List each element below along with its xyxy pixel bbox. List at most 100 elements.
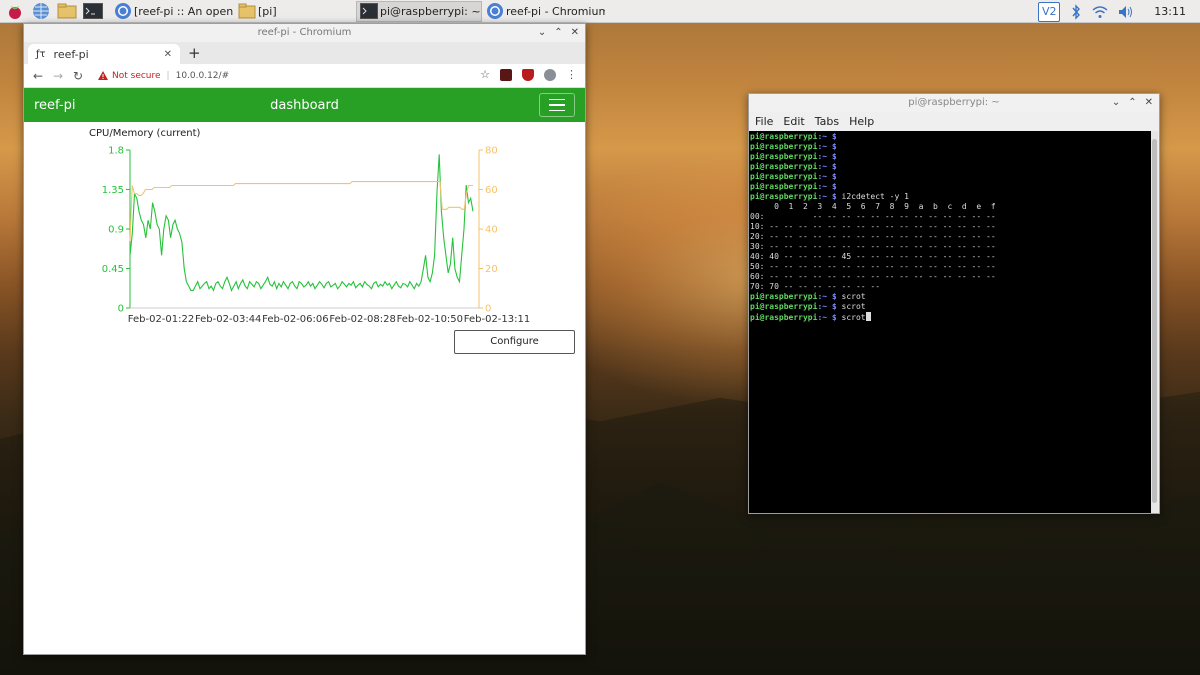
prompt-user: pi@raspberrypi	[750, 313, 818, 322]
terminal-titlebar[interactable]: pi@raspberrypi: ~ ⌄ ⌃ ✕	[749, 94, 1159, 112]
raspberry-menu-icon[interactable]	[4, 1, 26, 21]
omnibar: ← → ↻ Not secure | 10.0.0.12/# ☆ ⋮	[24, 64, 585, 88]
prompt-path: :~ $	[817, 132, 837, 141]
task-label: reef-pi - Chromium	[506, 4, 606, 18]
command-text: i2cdetect -y 1	[836, 192, 909, 201]
menu-help[interactable]: Help	[849, 115, 874, 128]
prompt-path: :~ $	[817, 313, 837, 322]
terminal-scrollbar[interactable]	[1151, 131, 1158, 513]
profile-avatar[interactable]	[544, 68, 556, 81]
tab-close-icon[interactable]: ✕	[164, 49, 172, 60]
not-secure-label: Not secure	[112, 70, 161, 81]
prompt-user: pi@raspberrypi	[750, 182, 818, 191]
cpu-memory-chart: CPU/Memory (current) 0 0.45 0.9 1.35 1.8 0 20 4…	[24, 122, 585, 362]
task-label: pi@raspberrypi: ~	[380, 4, 481, 18]
folder-icon	[238, 3, 256, 19]
terminal-output[interactable]: pi@raspberrypi:~ $ pi@raspberrypi:~ $ pi@r…	[749, 131, 1152, 513]
minimize-icon[interactable]: ⌄	[538, 24, 546, 42]
file-manager-icon[interactable]	[56, 1, 78, 21]
vnc-label: V2	[1042, 4, 1057, 18]
y-right-tick-label: 60	[485, 185, 498, 196]
terminal-line: 20: -- -- -- -- -- -- -- -- -- -- -- -- …	[750, 232, 996, 241]
task-pi-folder[interactable]: [pi]	[234, 1, 356, 22]
app-navbar: reef-pi dashboard	[24, 88, 585, 122]
reef-pi-favicon-icon: ƒτ	[36, 48, 46, 60]
chart-svg: CPU/Memory (current) 0 0.45 0.9 1.35 1.8 0 20 4…	[89, 128, 530, 325]
menu-file[interactable]: File	[755, 115, 773, 128]
terminal-line: 00: -- -- -- -- -- -- -- -- -- -- -- -- …	[750, 212, 996, 221]
y-right-tick-label: 0	[485, 304, 491, 315]
taskbar: [reef-pi :: An opensour... [pi] pi@raspb…	[0, 0, 1200, 23]
scrollbar-thumb[interactable]	[1152, 139, 1157, 503]
menu-edit[interactable]: Edit	[783, 115, 804, 128]
prompt-path: :~ $	[817, 302, 837, 311]
terminal-line: pi@raspberrypi:~ $	[750, 162, 1151, 172]
memory-series-line	[129, 181, 473, 241]
task-reef-pi-opensource[interactable]: [reef-pi :: An opensour...	[110, 1, 234, 22]
close-icon[interactable]: ✕	[1145, 94, 1153, 112]
web-browser-icon[interactable]	[30, 1, 52, 21]
prompt-user: pi@raspberrypi	[750, 132, 818, 141]
terminal-window: pi@raspberrypi: ~ ⌄ ⌃ ✕ File Edit Tabs H…	[748, 93, 1160, 514]
prompt-path: :~ $	[817, 142, 837, 151]
prompt-user: pi@raspberrypi	[750, 142, 818, 151]
terminal-line: pi@raspberrypi:~ $	[750, 152, 1151, 162]
close-icon[interactable]: ✕	[571, 24, 579, 42]
extension-icon[interactable]	[500, 68, 512, 81]
new-tab-icon[interactable]: +	[188, 44, 201, 62]
bookmark-star-icon[interactable]: ☆	[480, 68, 490, 81]
chromium-icon	[487, 3, 503, 19]
wifi-icon[interactable]	[1092, 5, 1108, 19]
terminal-line: pi@raspberrypi:~ $	[750, 142, 1151, 152]
terminal-line: 50: -- -- -- -- -- -- -- -- -- -- -- -- …	[750, 262, 996, 271]
volume-icon[interactable]	[1118, 5, 1134, 19]
brand-link[interactable]: reef-pi	[34, 98, 75, 113]
terminal-line: pi@raspberrypi:~ $	[750, 182, 1151, 192]
prompt-user: pi@raspberrypi	[750, 192, 818, 201]
chromium-window: reef-pi - Chromium ⌄ ⌃ ✕ ƒτ reef-pi ✕ + …	[23, 23, 586, 655]
command-text: scrot	[836, 292, 866, 301]
prompt-user: pi@raspberrypi	[750, 302, 818, 311]
x-tick-label: Feb-02-06:06	[262, 314, 328, 325]
reload-icon[interactable]: ↻	[68, 69, 88, 83]
terminal-line: 0 1 2 3 4 5 6 7 8 9 a b c d e f	[750, 202, 996, 211]
terminal-line: 10: -- -- -- -- -- -- -- -- -- -- -- -- …	[750, 222, 996, 231]
configure-button[interactable]: Configure	[454, 330, 575, 354]
y-left-tick-label: 0.45	[102, 264, 124, 275]
prompt-user: pi@raspberrypi	[750, 162, 818, 171]
y-left-tick-label: 1.8	[108, 146, 124, 157]
ublock-icon[interactable]	[522, 68, 534, 81]
y-right-tick-label: 80	[485, 146, 498, 157]
task-terminal[interactable]: pi@raspberrypi: ~	[356, 0, 482, 22]
terminal-menubar: File Edit Tabs Help	[749, 112, 1159, 130]
hamburger-menu-icon[interactable]	[539, 93, 575, 117]
task-reef-pi-chromium[interactable]: reef-pi - Chromium	[482, 1, 606, 22]
x-tick-label: Feb-02-13:11	[464, 314, 530, 325]
menu-tabs[interactable]: Tabs	[815, 115, 839, 128]
terminal-icon[interactable]	[82, 1, 104, 21]
minimize-icon[interactable]: ⌄	[1112, 94, 1120, 112]
clock[interactable]: 13:11	[1154, 5, 1186, 18]
terminal-title: pi@raspberrypi: ~	[908, 97, 1000, 108]
maximize-icon[interactable]: ⌃	[1128, 94, 1136, 112]
tab-reef-pi[interactable]: ƒτ reef-pi ✕	[28, 44, 180, 64]
y-right-tick-label: 40	[485, 225, 498, 236]
bluetooth-icon[interactable]	[1070, 3, 1082, 20]
terminal-icon	[360, 3, 378, 19]
x-tick-label: Feb-02-08:28	[329, 314, 395, 325]
window-titlebar[interactable]: reef-pi - Chromium ⌄ ⌃ ✕	[24, 24, 585, 42]
prompt-path: :~ $	[817, 182, 837, 191]
terminal-line: pi@raspberrypi:~ $ scrot	[750, 312, 1151, 323]
url-separator: |	[166, 70, 170, 81]
terminal-line: pi@raspberrypi:~ $	[750, 132, 1151, 142]
prompt-path: :~ $	[817, 162, 837, 171]
address-bar[interactable]: Not secure | 10.0.0.12/#	[98, 71, 229, 81]
back-icon[interactable]: ←	[28, 69, 48, 83]
warning-icon	[98, 71, 108, 80]
menu-icon[interactable]: ⋮	[566, 68, 577, 81]
prompt-path: :~ $	[817, 152, 837, 161]
forward-icon[interactable]: →	[48, 69, 68, 83]
vnc-icon[interactable]: V2	[1038, 1, 1061, 22]
page-title: dashboard	[270, 97, 339, 113]
maximize-icon[interactable]: ⌃	[554, 24, 562, 42]
